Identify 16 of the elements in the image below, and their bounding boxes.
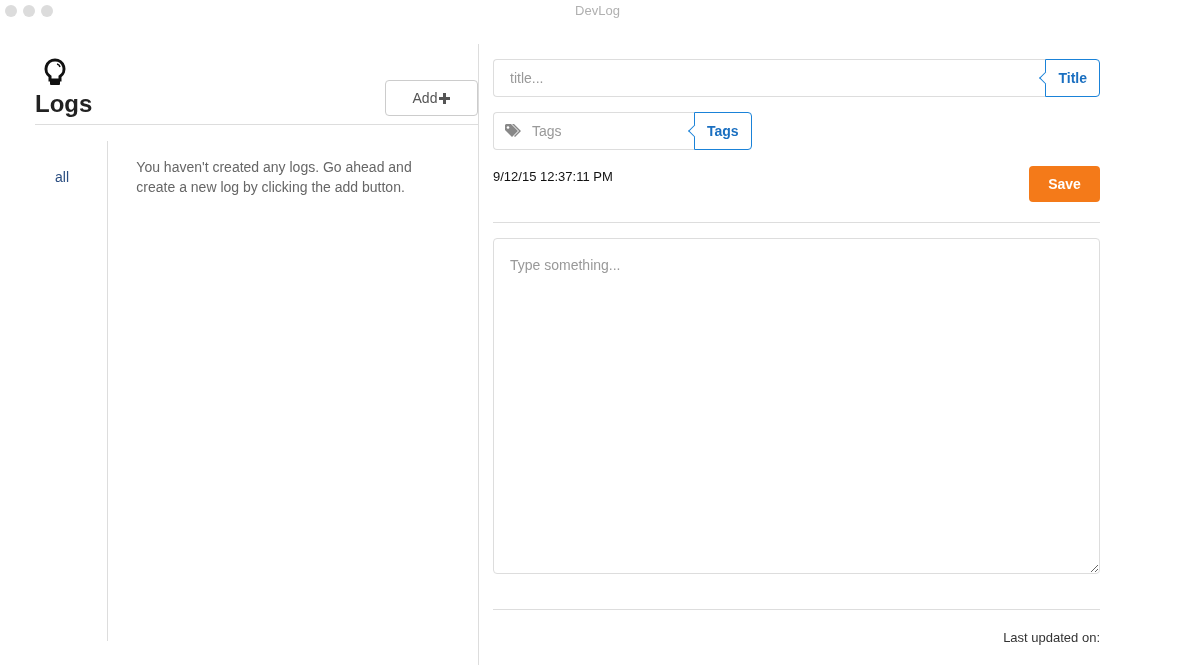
text-area[interactable]: Type something... bbox=[493, 238, 1100, 574]
lightbulb-icon bbox=[43, 58, 67, 88]
last-updated-label: Last updated on: bbox=[1003, 629, 1100, 647]
add-button[interactable]: Add bbox=[385, 80, 478, 116]
window-close-button[interactable] bbox=[5, 5, 17, 17]
title-field[interactable]: title... bbox=[493, 59, 1046, 97]
window-minimize-button[interactable] bbox=[23, 5, 35, 17]
tags-icon bbox=[505, 124, 523, 138]
window-zoom-button[interactable] bbox=[41, 5, 53, 17]
timestamp: 9/12/15 12:37:11 PM bbox=[493, 168, 613, 186]
tags-field[interactable]: Tags bbox=[493, 112, 694, 150]
logs-heading: Logs bbox=[35, 92, 93, 116]
sidebar-item[interactable]: all bbox=[55, 167, 108, 188]
empty-logs-message: You haven't created any logs. Go ahead and create a new log by clicking the add button. bbox=[135, 158, 413, 197]
plus-icon bbox=[439, 92, 451, 104]
window-title: DevLog bbox=[575, 2, 620, 21]
